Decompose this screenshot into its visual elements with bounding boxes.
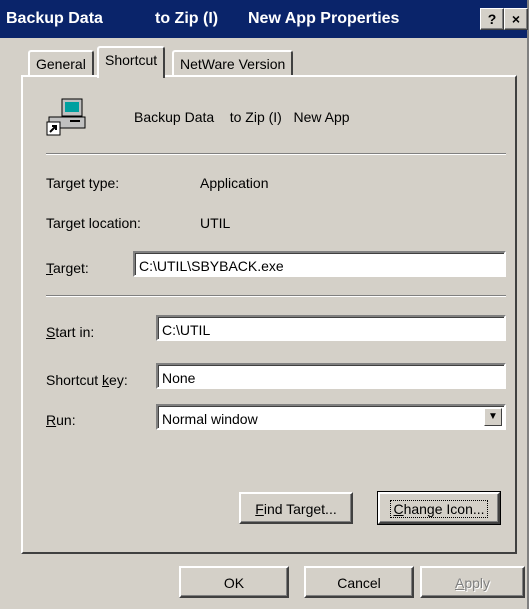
shortcut-key-label-accel: k (102, 372, 110, 388)
target-location-label: Target location: (46, 215, 141, 231)
title-part-2: to Zip (I) (155, 10, 219, 27)
find-target-button[interactable]: Find Target... (239, 492, 353, 524)
shortcut-tab-panel: Backup Data to Zip (I) New App Target ty… (21, 75, 517, 554)
help-button[interactable]: ? (480, 8, 504, 30)
close-icon: × (511, 11, 521, 27)
start-in-label: Start in: (46, 324, 94, 340)
tab-shortcut[interactable]: Shortcut (97, 46, 166, 78)
run-select-value: Normal window (162, 411, 258, 427)
dropdown-arrow-button[interactable]: ▼ (484, 408, 502, 426)
title-bar[interactable]: Backup Data to Zip (I) New App Propertie… (0, 0, 528, 38)
apply-button[interactable]: Apply (420, 566, 525, 598)
target-field[interactable]: C:\UTIL\SBYBACK.exe (133, 251, 506, 277)
chevron-down-icon: ▼ (488, 411, 498, 422)
find-target-rest: ind Target... (263, 501, 337, 517)
title-part-3: New App Properties (248, 10, 400, 27)
apply-accel: A (454, 575, 465, 591)
separator-middle (46, 295, 506, 297)
shortcut-key-label: Shortcut key: (46, 372, 128, 388)
run-select[interactable]: Normal window ▼ (156, 404, 506, 430)
tab-netware-version-label: NetWare Version (180, 56, 286, 72)
target-location-value: UTIL (200, 215, 231, 231)
shortcut-key-field[interactable]: None (156, 363, 506, 389)
cancel-button[interactable]: Cancel (304, 566, 414, 598)
shortcut-computer-icon (46, 98, 86, 136)
shortcut-key-label-rest: ey: (109, 372, 128, 388)
change-icon-accel: C (393, 501, 404, 517)
tab-general-label: General (36, 56, 86, 72)
target-type-value: Application (200, 175, 269, 191)
target-label-rest: arget: (53, 260, 89, 276)
title-part-1: Backup Data (6, 10, 103, 27)
separator-top (46, 153, 506, 155)
start-in-field[interactable]: C:\UTIL (156, 315, 506, 341)
target-label-accel: T (46, 260, 53, 276)
change-icon-button[interactable]: Change Icon... (377, 491, 501, 525)
target-type-label: Target type: (46, 175, 120, 191)
shortcut-name: Backup Data to Zip (I) New App (134, 109, 350, 125)
change-icon-rest: hange Icon... (403, 501, 485, 517)
close-button[interactable]: × (504, 8, 528, 30)
tab-shortcut-label: Shortcut (105, 52, 158, 68)
run-label: Run: (46, 412, 76, 428)
target-label: Target: (46, 260, 89, 276)
start-in-label-accel: S (46, 324, 56, 340)
ok-button[interactable]: OK (179, 566, 289, 598)
shortcut-key-label-pre: Shortcut (46, 372, 103, 388)
run-label-accel: R (46, 412, 57, 428)
help-icon: ? (487, 11, 497, 27)
properties-dialog: Backup Data to Zip (I) New App Propertie… (0, 0, 529, 609)
tab-netware-version[interactable]: NetWare Version (172, 50, 294, 76)
find-target-accel: F (255, 501, 264, 517)
run-label-rest: un: (56, 412, 76, 428)
start-in-label-rest: tart in: (55, 324, 95, 340)
change-icon-button-label: Change Icon... (390, 500, 488, 518)
apply-rest: pply (464, 575, 491, 591)
tab-general[interactable]: General (28, 50, 94, 76)
